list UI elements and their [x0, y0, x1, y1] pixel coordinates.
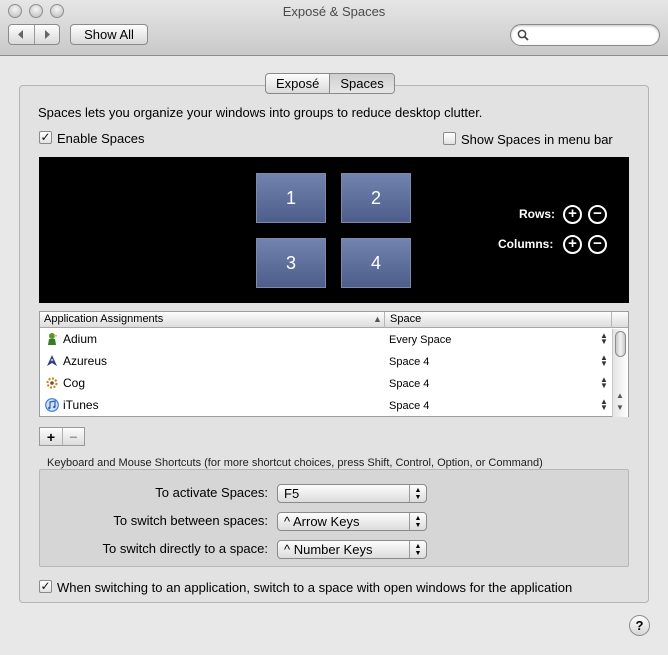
- azureus-frog-icon: [47, 355, 57, 366]
- enable-spaces-label: Enable Spaces: [57, 131, 145, 146]
- column-header-space[interactable]: Space: [390, 313, 421, 325]
- application-assignments-table: Application Assignments ▲ Space Adium Ev…: [39, 311, 629, 417]
- updown-arrows-icon: ▲ ▼: [409, 513, 426, 530]
- sort-ascending-icon: ▲: [373, 314, 382, 324]
- table-header: Application Assignments ▲ Space: [40, 312, 628, 328]
- show-spaces-menubar-checkbox[interactable]: [443, 132, 456, 145]
- popup-value: ^ Arrow Keys: [284, 514, 360, 529]
- rows-label: Rows:: [519, 207, 555, 221]
- back-forward-control: [8, 24, 60, 45]
- columns-label: Columns:: [498, 237, 554, 251]
- app-name: iTunes: [63, 398, 99, 412]
- switch-directly-label: To switch directly to a space:: [102, 541, 268, 556]
- space-stepper-icon[interactable]: ▲ ▼: [600, 376, 608, 390]
- tab-bar: Exposé Spaces: [265, 73, 395, 94]
- itunes-icon: [45, 398, 59, 412]
- space-assignment-value[interactable]: Space 4: [389, 400, 429, 412]
- table-row-azureus[interactable]: Azureus Space 4 ▲ ▼: [40, 351, 612, 373]
- scroll-down-arrow-icon[interactable]: ▼: [616, 403, 624, 412]
- popup-value: F5: [284, 486, 300, 501]
- activate-spaces-popup[interactable]: F5 ▲ ▼: [277, 484, 427, 503]
- tab-expose[interactable]: Exposé: [266, 74, 329, 93]
- cog-icon: [46, 377, 58, 389]
- popup-value: ^ Number Keys: [284, 542, 373, 557]
- switch-directly-popup[interactable]: ^ Number Keys ▲ ▼: [277, 540, 427, 559]
- forward-button[interactable]: [33, 25, 60, 44]
- space-assignment-value[interactable]: Every Space: [389, 334, 451, 346]
- add-remove-control: + −: [39, 427, 85, 446]
- column-divider: [611, 312, 612, 328]
- remove-row-button[interactable]: −: [588, 205, 607, 224]
- space-stepper-icon[interactable]: ▲ ▼: [600, 354, 608, 368]
- scrollbar-thumb[interactable]: [615, 331, 626, 357]
- updown-arrows-icon: ▲ ▼: [409, 485, 426, 502]
- space-assignment-value[interactable]: Space 4: [389, 378, 429, 390]
- show-spaces-menubar-label: Show Spaces in menu bar: [461, 132, 613, 147]
- content-area: Exposé Spaces Spaces lets you organize y…: [0, 57, 668, 655]
- shortcuts-box: To activate Spaces: F5 ▲ ▼ To switch betw…: [39, 469, 629, 567]
- column-header-application[interactable]: Application Assignments: [44, 313, 163, 325]
- app-name: Adium: [63, 332, 98, 346]
- switch-between-spaces-popup[interactable]: ^ Arrow Keys ▲ ▼: [277, 512, 427, 531]
- app-name: Cog: [63, 376, 86, 390]
- space-assignment-value[interactable]: Space 4: [389, 356, 429, 368]
- scroll-up-arrow-icon[interactable]: ▲: [616, 391, 624, 400]
- add-column-button[interactable]: +: [563, 235, 582, 254]
- table-row-adium[interactable]: Adium Every Space ▲ ▼: [40, 329, 612, 351]
- follow-app-label: When switching to an application, switch…: [57, 580, 573, 595]
- space-tile-2[interactable]: 2: [341, 173, 411, 223]
- updown-arrows-icon: ▲ ▼: [409, 541, 426, 558]
- add-row-button[interactable]: +: [563, 205, 582, 224]
- tab-spaces[interactable]: Spaces: [329, 74, 394, 93]
- window-title: Exposé & Spaces: [282, 4, 386, 19]
- switch-between-spaces-label: To switch between spaces:: [113, 513, 268, 528]
- space-tile-3[interactable]: 3: [256, 238, 326, 288]
- search-icon: [517, 29, 529, 41]
- column-divider: [384, 312, 385, 328]
- show-all-button[interactable]: Show All: [70, 24, 148, 45]
- help-button[interactable]: ?: [629, 615, 650, 636]
- table-scrollbar[interactable]: ▲ ▼: [612, 329, 628, 417]
- app-name: Azureus: [63, 354, 108, 368]
- search-field[interactable]: [510, 24, 660, 46]
- adium-duck-icon: [48, 333, 57, 345]
- chevron-left-icon: [18, 30, 24, 39]
- activate-spaces-label: To activate Spaces:: [155, 485, 268, 500]
- space-tile-4[interactable]: 4: [341, 238, 411, 288]
- spaces-intro-text: Spaces lets you organize your windows in…: [38, 105, 483, 120]
- back-button[interactable]: [9, 25, 34, 44]
- spaces-preview: 1 2 3 4 Rows: + − Columns: + −: [39, 157, 629, 303]
- title-bar: Exposé & Spaces Show All: [0, 0, 668, 56]
- remove-assignment-button[interactable]: −: [62, 428, 84, 445]
- space-tile-1[interactable]: 1: [256, 173, 326, 223]
- add-assignment-button[interactable]: +: [40, 428, 62, 445]
- chevron-right-icon: [44, 30, 50, 39]
- follow-app-checkbox[interactable]: ✓: [39, 580, 52, 593]
- space-stepper-icon[interactable]: ▲ ▼: [600, 398, 608, 412]
- remove-column-button[interactable]: −: [588, 235, 607, 254]
- space-stepper-icon[interactable]: ▲ ▼: [600, 332, 608, 346]
- shortcuts-section-title: Keyboard and Mouse Shortcuts (for more s…: [47, 457, 543, 469]
- table-row-itunes[interactable]: iTunes Space 4 ▲ ▼: [40, 395, 612, 417]
- table-row-cog[interactable]: Cog Space 4 ▲ ▼: [40, 373, 612, 395]
- enable-spaces-checkbox[interactable]: ✓: [39, 131, 52, 144]
